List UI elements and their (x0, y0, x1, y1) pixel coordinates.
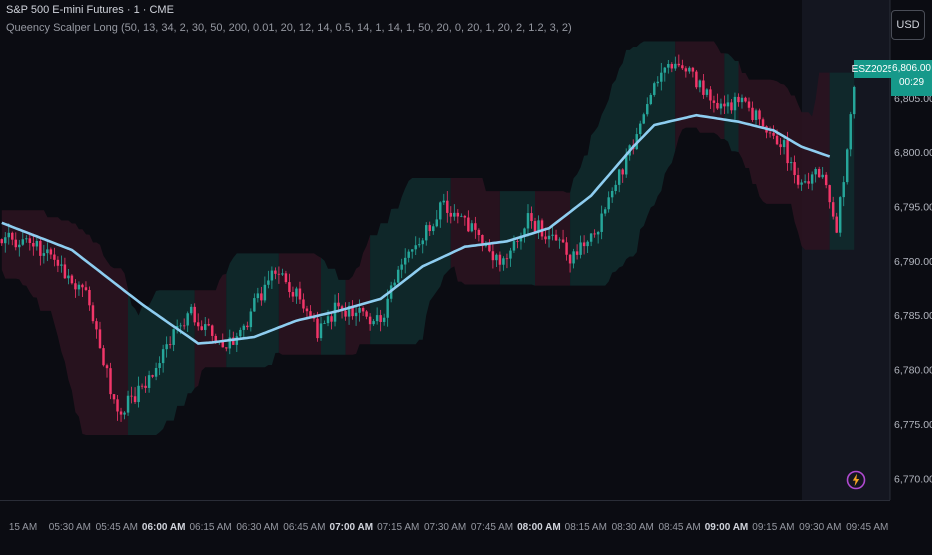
indicator-legend[interactable]: Queency Scalper Long (50, 13, 34, 2, 30,… (6, 22, 572, 34)
price-tick-label: 6,780.00 (894, 365, 932, 377)
chart-title: S&P 500 E-mini Futures · 1 · CME (6, 4, 174, 16)
time-tick-label: 08:45 AM (658, 522, 700, 533)
band-segment (829, 72, 855, 250)
time-tick-label: 06:30 AM (236, 522, 278, 533)
candle (695, 69, 698, 90)
time-tick-label: 05:30 AM (49, 522, 91, 533)
band-segment (226, 253, 279, 368)
band-segment (278, 253, 321, 355)
price-tick-label: 6,790.00 (894, 256, 932, 268)
candle (642, 112, 645, 125)
price-tick-label: 6,785.00 (894, 310, 932, 322)
candle (102, 345, 105, 367)
time-tick-label: 08:00 AM (517, 522, 561, 533)
candle (109, 362, 112, 400)
time-tick-label: 06:45 AM (283, 522, 325, 533)
time-tick-label: 06:15 AM (189, 522, 231, 533)
chart-svg[interactable]: 6,770.00 6,775.00 6,780.00 6,785.00 6,790.00… (0, 0, 932, 550)
currency-button[interactable]: USD (891, 10, 925, 40)
price-tick-label: 6,770.00 (894, 473, 932, 485)
last-price-value: 6,806.00 (892, 63, 931, 74)
time-tick-label: 07:45 AM (471, 522, 513, 533)
time-tick-label: 15 AM (9, 522, 37, 533)
lightning-icon[interactable] (846, 470, 866, 490)
chart-root[interactable]: 6,770.00 6,775.00 6,780.00 6,785.00 6,790.00… (0, 0, 932, 550)
candle (846, 148, 849, 185)
symbol-badge: ESZ2025 (852, 60, 893, 78)
time-tick-label: 07:00 AM (330, 522, 374, 533)
last-price-badge: 6,806.00 00:29 (891, 60, 932, 96)
time-tick-label: 07:15 AM (377, 522, 419, 533)
time-tick-label: 08:15 AM (565, 522, 607, 533)
time-tick-label: 08:30 AM (612, 522, 654, 533)
price-tick-label: 6,800.00 (894, 147, 932, 159)
candle (70, 274, 74, 285)
time-tick-label: 05:45 AM (96, 522, 138, 533)
price-tick-label: 6,795.00 (894, 202, 932, 214)
price-tick-label: 6,775.00 (894, 419, 932, 431)
candle (653, 81, 656, 97)
candle (91, 302, 95, 324)
time-tick-label: 09:15 AM (752, 522, 794, 533)
time-tick-label: 06:00 AM (142, 522, 186, 533)
time-tick-label: 07:30 AM (424, 522, 466, 533)
time-tick-label: 09:00 AM (705, 522, 749, 533)
time-tick-label: 09:30 AM (799, 522, 841, 533)
bar-countdown: 00:29 (898, 77, 925, 88)
candle (853, 85, 856, 119)
time-tick-label: 09:45 AM (846, 522, 888, 533)
candle (838, 196, 842, 237)
